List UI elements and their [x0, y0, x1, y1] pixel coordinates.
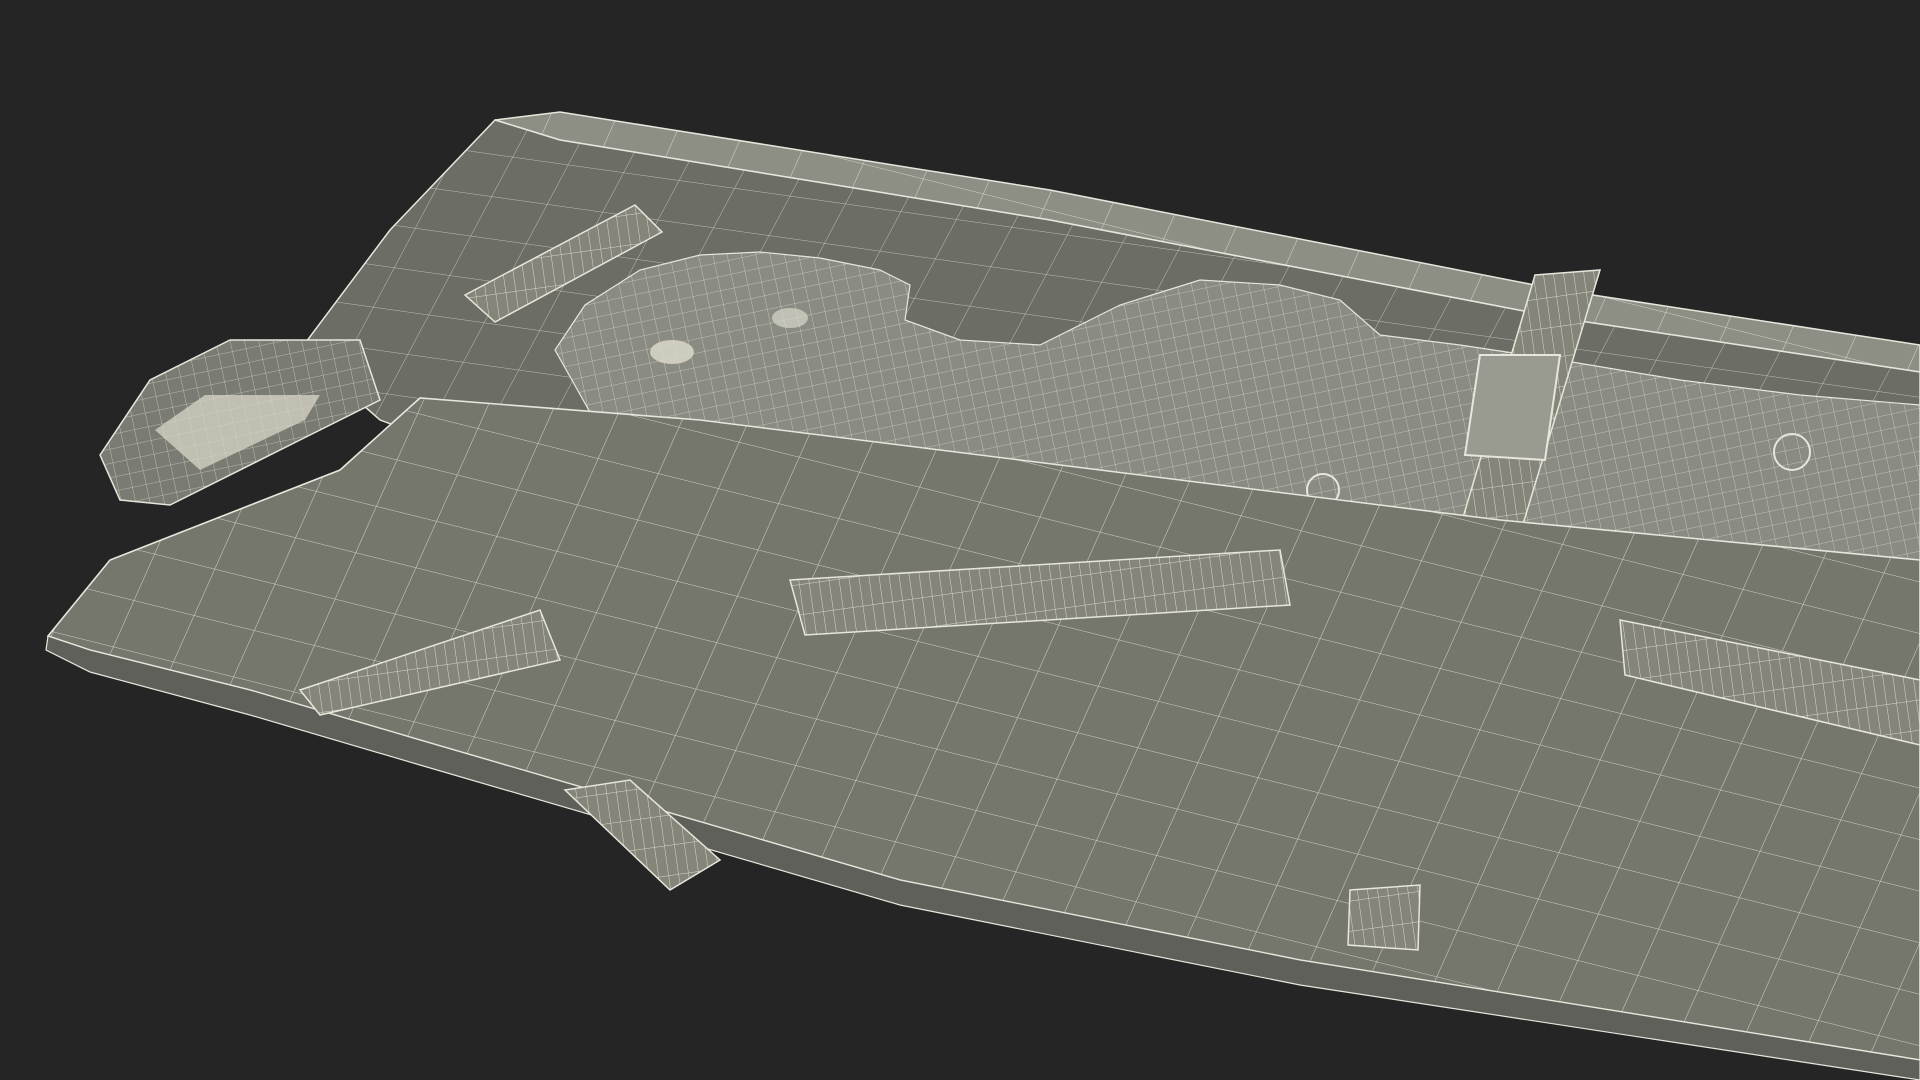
wireframe-viewport [0, 0, 1920, 1080]
chest-strap-buckle [1463, 354, 1562, 462]
face-nose [772, 308, 808, 328]
face-eye-left [650, 340, 694, 364]
side-strap-bottom [1347, 884, 1421, 951]
wireframe-render [45, 111, 1920, 1080]
